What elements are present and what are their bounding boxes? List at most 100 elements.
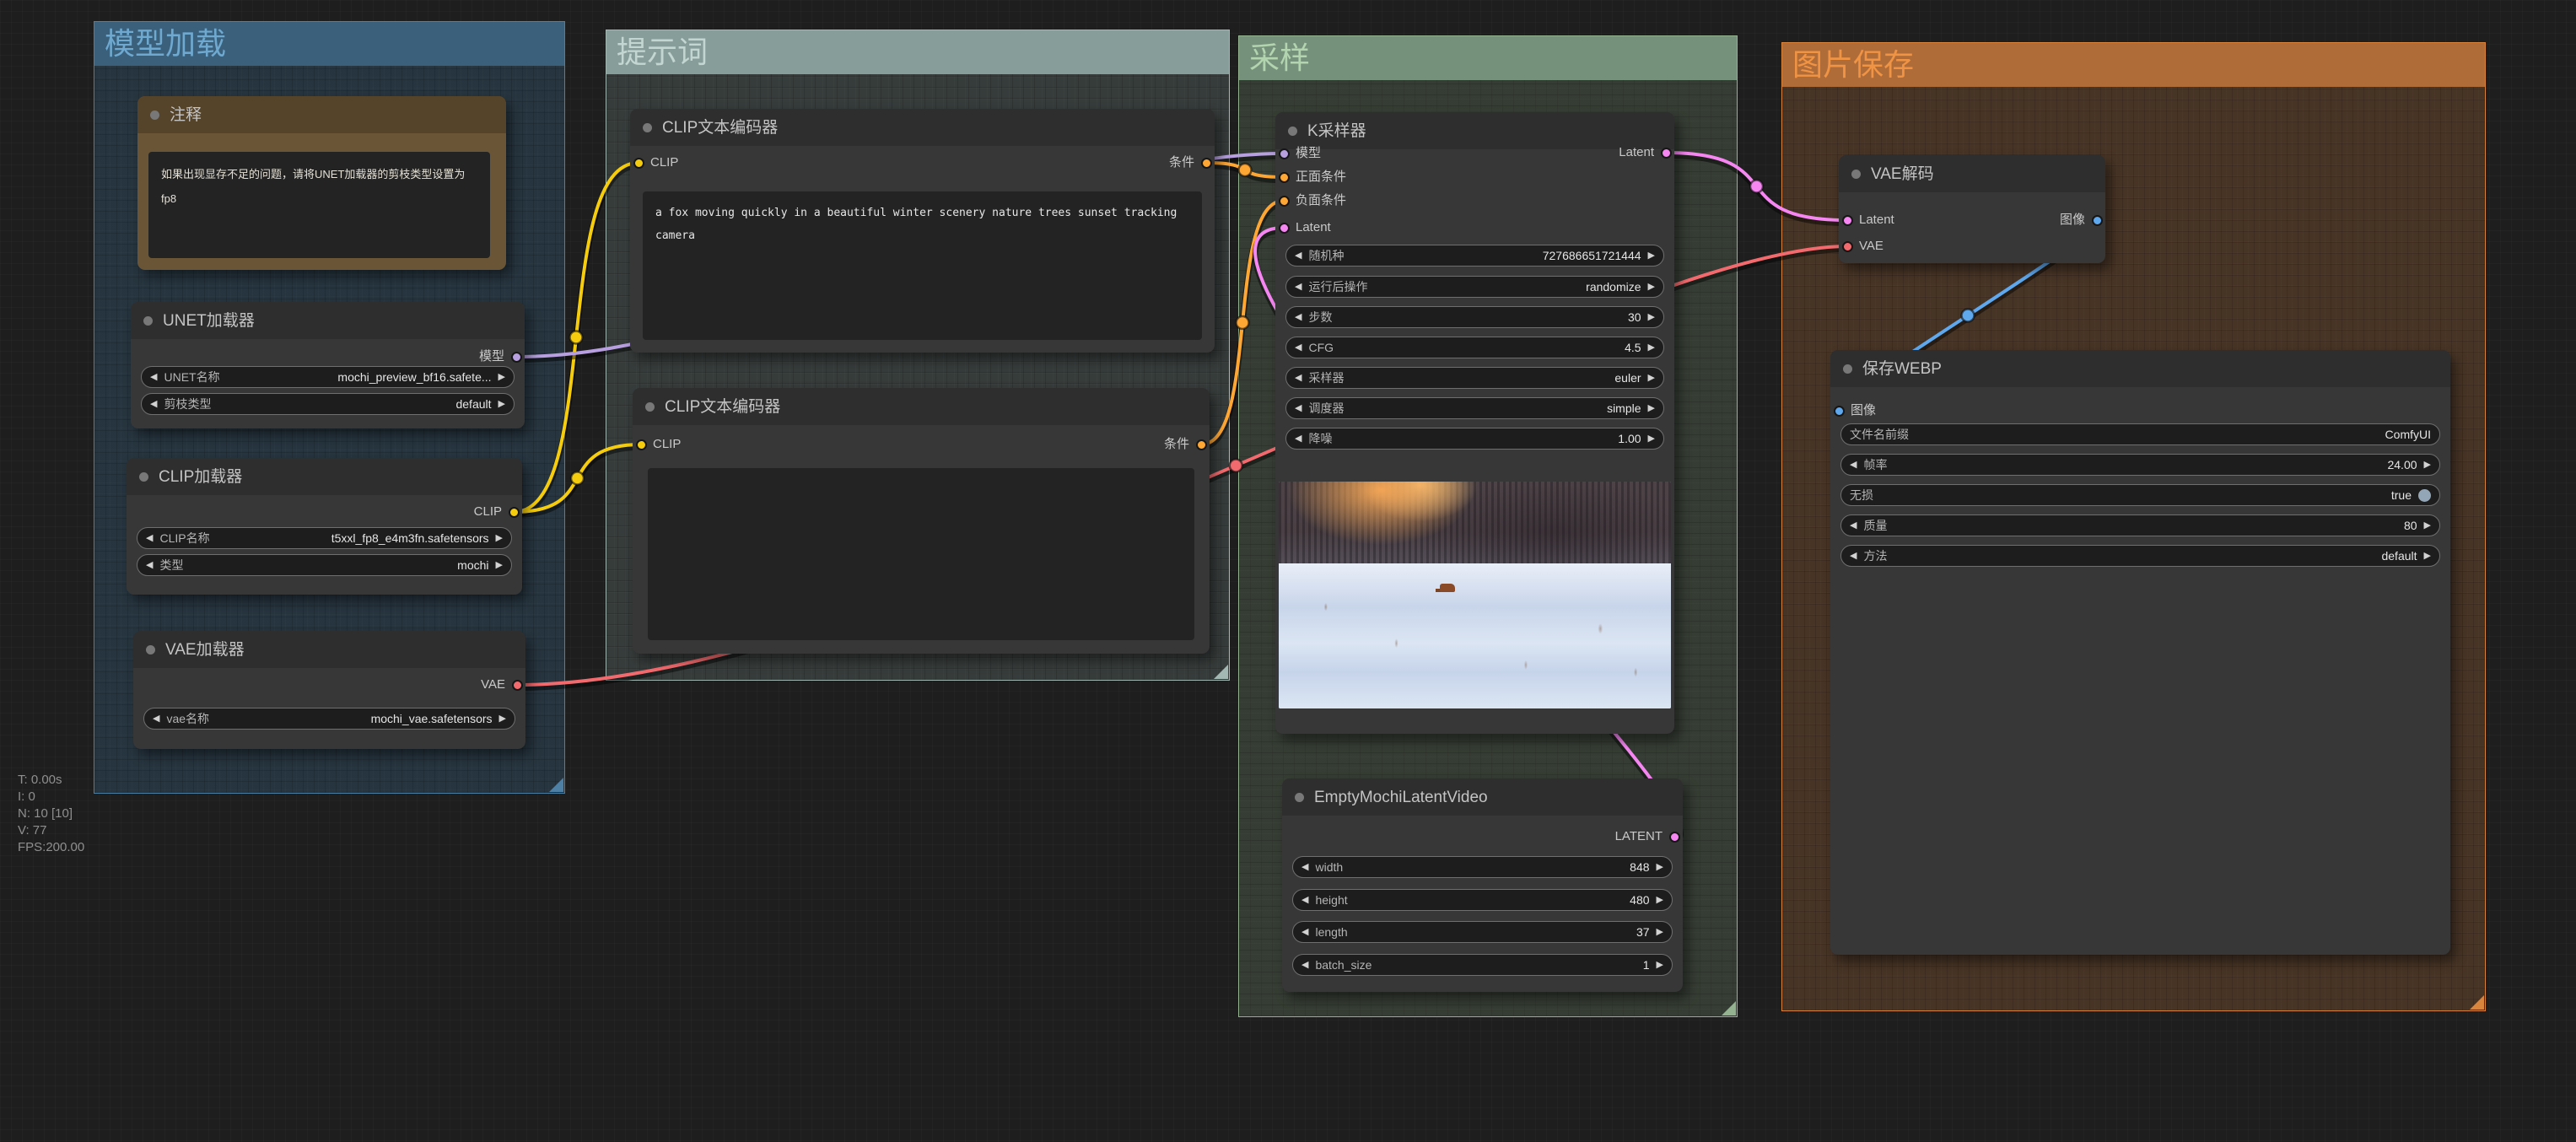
node-title-bar: UNET加载器 [131,302,525,339]
node-clip-loader[interactable]: CLIP加载器 CLIP ◀ CLIP名称 t5xxl_fp8_e4m3fn.safet… [127,458,522,595]
input-port-latent[interactable] [1278,222,1290,234]
group-resize-handle[interactable] [2470,995,2484,1010]
input-port-model[interactable] [1278,148,1290,159]
group-header-sampling[interactable]: 采样 [1239,36,1737,80]
widget-increment-arrow[interactable]: ▶ [498,393,505,415]
node-empty-mochi-latent-video[interactable]: EmptyMochiLatentVideo LATENT ◀ width 848 ▶ ◀ he… [1282,778,1683,992]
input-port-image[interactable] [1833,405,1845,417]
toggle-knob-icon[interactable] [2418,488,2431,502]
widget-increment-arrow[interactable]: ▶ [1648,367,1655,389]
note-textarea[interactable]: 如果出现显存不足的问题，请将UNET加载器的剪枝类型设置为 fp8 [148,152,490,258]
widget-decrement-arrow[interactable]: ◀ [1295,337,1301,358]
input-port-clip[interactable] [633,157,644,169]
widget-decrement-arrow[interactable]: ◀ [1850,514,1857,536]
node-clip-encode-positive[interactable]: CLIP文本编码器 CLIP 条件 a fox moving quickly in a… [630,109,1215,353]
widget-decrement-arrow[interactable]: ◀ [1295,428,1301,450]
widget-increment-arrow[interactable]: ▶ [1648,337,1655,358]
vae-name-widget[interactable]: ◀ vae名称 mochi_vae.safetensors ▶ [143,708,515,730]
widget-decrement-arrow[interactable]: ◀ [1301,954,1308,976]
widget-decrement-arrow[interactable]: ◀ [1301,889,1308,911]
input-port-vae[interactable] [1841,240,1853,252]
widget-decrement-arrow[interactable]: ◀ [1295,367,1301,389]
node-note[interactable]: 注释 如果出现显存不足的问题，请将UNET加载器的剪枝类型设置为 fp8 [137,96,506,270]
fps-widget[interactable]: ◀ 帧率 24.00 ▶ [1840,454,2440,476]
widget-decrement-arrow[interactable]: ◀ [1850,454,1857,476]
cfg-widget[interactable]: ◀ CFG 4.5 ▶ [1285,337,1664,358]
widget-increment-arrow[interactable]: ▶ [2424,514,2431,536]
output-port-model[interactable] [510,351,522,363]
group-resize-handle[interactable] [549,778,563,792]
node-save-webp[interactable]: 保存WEBP 图像 文件名前缀 ComfyUI ◀ 帧率 24.00 ▶ 无损 true ◀ 质量 80… [1830,350,2450,955]
width-widget[interactable]: ◀ width 848 ▶ [1292,856,1673,878]
group-header-prompts[interactable]: 提示词 [606,30,1229,74]
output-port-latent[interactable] [1668,831,1680,843]
widget-increment-arrow[interactable]: ▶ [1648,245,1655,267]
output-port-conditioning[interactable] [1195,439,1207,450]
widget-decrement-arrow[interactable]: ◀ [146,554,153,576]
batch-size-widget[interactable]: ◀ batch_size 1 ▶ [1292,954,1673,976]
group-header-model-loading[interactable]: 模型加载 [94,22,564,66]
widget-increment-arrow[interactable]: ▶ [496,527,503,549]
group-resize-handle[interactable] [1722,1001,1736,1015]
widget-increment-arrow[interactable]: ▶ [1648,428,1655,450]
length-widget[interactable]: ◀ length 37 ▶ [1292,921,1673,943]
widget-increment-arrow[interactable]: ▶ [496,554,503,576]
node-vae-decode[interactable]: VAE解码 Latent VAE 图像 [1839,155,2105,263]
widget-decrement-arrow[interactable]: ◀ [1295,276,1301,298]
widget-increment-arrow[interactable]: ▶ [1657,954,1663,976]
widget-increment-arrow[interactable]: ▶ [499,708,506,730]
preview-image[interactable] [1279,482,1671,708]
widget-decrement-arrow[interactable]: ◀ [1850,545,1857,567]
method-widget[interactable]: ◀ 方法 default ▶ [1840,545,2440,567]
denoise-widget[interactable]: ◀ 降噪 1.00 ▶ [1285,428,1664,450]
widget-increment-arrow[interactable]: ▶ [1657,889,1663,911]
quality-widget[interactable]: ◀ 质量 80 ▶ [1840,514,2440,536]
steps-widget[interactable]: ◀ 步数 30 ▶ [1285,306,1664,328]
input-port-positive[interactable] [1278,171,1290,183]
unet-name-widget[interactable]: ◀ UNET名称 mochi_preview_bf16.safete... ▶ [141,366,515,388]
widget-increment-arrow[interactable]: ▶ [498,366,505,388]
height-widget[interactable]: ◀ height 480 ▶ [1292,889,1673,911]
filename-prefix-widget[interactable]: 文件名前缀 ComfyUI [1840,423,2440,445]
positive-prompt-textarea[interactable]: a fox moving quickly in a beautiful wint… [643,191,1202,340]
widget-decrement-arrow[interactable]: ◀ [1295,306,1301,328]
widget-increment-arrow[interactable]: ▶ [2424,454,2431,476]
sampler-widget[interactable]: ◀ 采样器 euler ▶ [1285,367,1664,389]
widget-increment-arrow[interactable]: ▶ [1648,306,1655,328]
widget-decrement-arrow[interactable]: ◀ [1295,397,1301,419]
widget-decrement-arrow[interactable]: ◀ [1301,921,1308,943]
widget-decrement-arrow[interactable]: ◀ [153,708,159,730]
output-port-clip[interactable] [508,506,520,518]
negative-prompt-textarea[interactable] [648,468,1194,640]
output-port-vae[interactable] [511,679,523,691]
widget-decrement-arrow[interactable]: ◀ [150,366,157,388]
node-unet-loader[interactable]: UNET加载器 模型 ◀ UNET名称 mochi_preview_bf16.safet… [131,302,525,428]
widget-decrement-arrow[interactable]: ◀ [146,527,153,549]
input-port-clip[interactable] [635,439,647,450]
clip-type-widget[interactable]: ◀ 类型 mochi ▶ [137,554,512,576]
control-after-generate-widget[interactable]: ◀ 运行后操作 randomize ▶ [1285,276,1664,298]
group-resize-handle[interactable] [1214,665,1228,679]
lossless-toggle[interactable]: 无损 true [1840,484,2440,506]
widget-increment-arrow[interactable]: ▶ [1657,921,1663,943]
node-clip-encode-negative[interactable]: CLIP文本编码器 CLIP 条件 [633,388,1210,654]
widget-increment-arrow[interactable]: ▶ [1657,856,1663,878]
seed-widget[interactable]: ◀ 随机种 727686651721444 ▶ [1285,245,1664,267]
widget-increment-arrow[interactable]: ▶ [2424,545,2431,567]
widget-increment-arrow[interactable]: ▶ [1648,276,1655,298]
output-port-latent[interactable] [1660,147,1672,159]
group-header-image-save[interactable]: 图片保存 [1782,43,2485,87]
output-port-conditioning[interactable] [1200,157,1212,169]
node-vae-loader[interactable]: VAE加载器 VAE ◀ vae名称 mochi_vae.safetensors ▶ [133,631,525,749]
weight-dtype-widget[interactable]: ◀ 剪枝类型 default ▶ [141,393,515,415]
widget-decrement-arrow[interactable]: ◀ [150,393,157,415]
node-ksampler[interactable]: K采样器 模型 正面条件 负面条件 Latent Latent ◀ 随机种 7276866517… [1275,112,1674,734]
clip-name-widget[interactable]: ◀ CLIP名称 t5xxl_fp8_e4m3fn.safetensors ▶ [137,527,512,549]
widget-decrement-arrow[interactable]: ◀ [1295,245,1301,267]
widget-increment-arrow[interactable]: ▶ [1648,397,1655,419]
widget-decrement-arrow[interactable]: ◀ [1301,856,1308,878]
scheduler-widget[interactable]: ◀ 调度器 simple ▶ [1285,397,1664,419]
input-port-negative[interactable] [1278,195,1290,207]
input-port-latent[interactable] [1841,214,1853,226]
output-port-image[interactable] [2091,214,2103,226]
